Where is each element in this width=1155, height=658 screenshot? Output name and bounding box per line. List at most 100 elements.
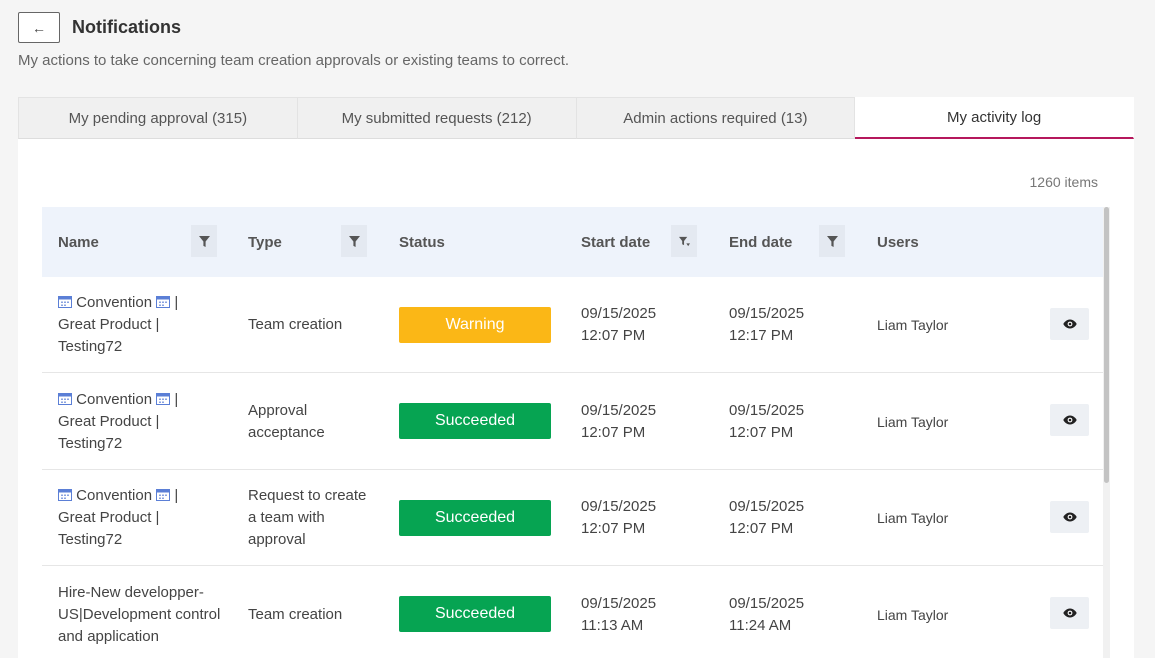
calendar-icon (156, 392, 171, 405)
start-date-filter-sort-button[interactable] (671, 225, 697, 257)
end-time-text: 12:07 PM (729, 520, 794, 537)
name-text: US|Development control (58, 605, 221, 623)
filter-sort-icon (678, 236, 690, 246)
filter-icon (198, 235, 210, 247)
type-text: approval (248, 531, 306, 548)
end-time-text: 11:24 AM (729, 616, 792, 634)
back-button[interactable]: ← (18, 12, 60, 43)
name-separator: | (174, 487, 179, 504)
type-text: Request to create (248, 487, 367, 504)
activity-table: Name Type Status Start date End date Use… (42, 207, 1106, 658)
start-date-text: 09/15/2025 (581, 305, 657, 322)
column-name: Name (58, 233, 99, 251)
end-date-filter-button[interactable] (819, 225, 845, 257)
calendar-icon (156, 489, 171, 501)
items-count: 1260 items (1029, 174, 1098, 190)
type-text: Approval (248, 401, 308, 419)
start-date-text: 09/15/2025 (581, 594, 657, 612)
calendar-icon (156, 296, 171, 308)
status-badge: Warning (399, 307, 551, 343)
row-user: Liam Taylor (877, 413, 949, 430)
view-details-button[interactable] (1050, 308, 1089, 340)
row-type: Team creation (248, 277, 378, 373)
view-details-button[interactable] (1050, 597, 1089, 629)
tab-submitted-requests[interactable]: My submitted requests (212) (297, 97, 577, 139)
row-user: Liam Taylor (877, 606, 949, 623)
name-filter-button[interactable] (191, 225, 217, 257)
activity-log-panel: 1260 items Name Type Status Start date E… (18, 139, 1134, 658)
column-type: Type (248, 233, 282, 251)
row-user: Liam Taylor (877, 510, 949, 526)
row-end-date: 09/15/2025 12:17 PM (729, 277, 849, 373)
status-badge: Succeeded (399, 403, 551, 439)
name-text: Great Product | (58, 316, 160, 333)
name-text: Convention (76, 487, 153, 504)
start-date-text: 09/15/2025 (581, 498, 657, 515)
status-badge: Succeeded (399, 596, 551, 632)
end-date-text: 09/15/2025 (729, 594, 805, 612)
tab-pending-approval[interactable]: My pending approval (315) (18, 97, 298, 139)
column-status: Status (399, 233, 445, 251)
tab-admin-actions[interactable]: Admin actions required (13) (576, 97, 856, 139)
name-separator: | (174, 390, 179, 408)
name-separator: | (174, 294, 179, 311)
end-date-text: 09/15/2025 (729, 401, 805, 419)
row-name[interactable]: Convention | Great Product | Testing72 (58, 470, 228, 566)
row-type: Team creation (248, 566, 378, 658)
view-details-button[interactable] (1050, 404, 1089, 436)
page-header: ← Notifications (18, 12, 181, 43)
name-text: Testing72 (58, 434, 123, 452)
table-row: Convention | Great Product | Testing72 T… (42, 277, 1106, 373)
calendar-icon (58, 489, 72, 501)
page-title: Notifications (72, 17, 182, 37)
row-start-date: 09/15/2025 11:13 AM (581, 566, 701, 658)
row-end-date: 09/15/2025 12:07 PM (729, 373, 849, 470)
table-row: Convention | Great Product | Testing72 A… (42, 373, 1106, 470)
view-details-button[interactable] (1050, 501, 1089, 533)
name-text: Great Product | (58, 509, 160, 526)
table-scrollbar-thumb[interactable] (1104, 207, 1109, 483)
name-text: Great Product | (58, 412, 160, 430)
filter-icon (826, 235, 838, 247)
end-date-text: 09/15/2025 (729, 498, 805, 515)
tab-activity-log[interactable]: My activity log (855, 97, 1134, 139)
eye-icon (1062, 319, 1077, 329)
table-header: Name Type Status Start date End date Use… (42, 207, 1106, 277)
row-start-date: 09/15/2025 12:07 PM (581, 470, 701, 566)
table-row: Hire-New developper- US|Development cont… (42, 566, 1106, 658)
row-end-date: 09/15/2025 11:24 AM (729, 566, 849, 658)
eye-icon (1062, 608, 1077, 618)
type-text: Team creation (248, 605, 343, 623)
row-end-date: 09/15/2025 12:07 PM (729, 470, 849, 566)
end-date-text: 09/15/2025 (729, 305, 805, 322)
tab-bar: My pending approval (315) My submitted r… (18, 97, 1134, 139)
arrow-left-icon: ← (32, 19, 46, 36)
row-name[interactable]: Convention | Great Product | Testing72 (58, 373, 228, 470)
column-start-date: Start date (581, 233, 651, 251)
row-name[interactable]: Convention | Great Product | Testing72 (58, 277, 228, 373)
start-time-text: 11:13 AM (581, 616, 644, 634)
row-type: Request to create a team with approval (248, 470, 378, 566)
start-time-text: 12:07 PM (581, 520, 646, 537)
status-badge: Succeeded (399, 500, 551, 536)
eye-icon (1062, 512, 1077, 522)
name-text: Testing72 (58, 338, 123, 355)
type-filter-button[interactable] (341, 225, 367, 257)
start-time-text: 12:07 PM (581, 423, 646, 441)
name-text: Hire-New developper- (58, 583, 204, 601)
type-text: Team creation (248, 316, 343, 333)
filter-icon (348, 235, 360, 247)
row-user: Liam Taylor (877, 317, 949, 333)
column-users: Users (877, 233, 919, 251)
row-name[interactable]: Hire-New developper- US|Development cont… (58, 566, 228, 658)
calendar-icon (58, 296, 72, 308)
row-start-date: 09/15/2025 12:07 PM (581, 277, 701, 373)
name-text: Testing72 (58, 531, 123, 548)
table-row: Convention | Great Product | Testing72 R… (42, 470, 1106, 566)
type-text: a team with (248, 509, 325, 526)
eye-icon (1062, 415, 1077, 425)
column-end-date: End date (729, 233, 793, 251)
end-time-text: 12:17 PM (729, 327, 794, 344)
start-date-text: 09/15/2025 (581, 401, 657, 419)
type-text: acceptance (248, 423, 325, 441)
